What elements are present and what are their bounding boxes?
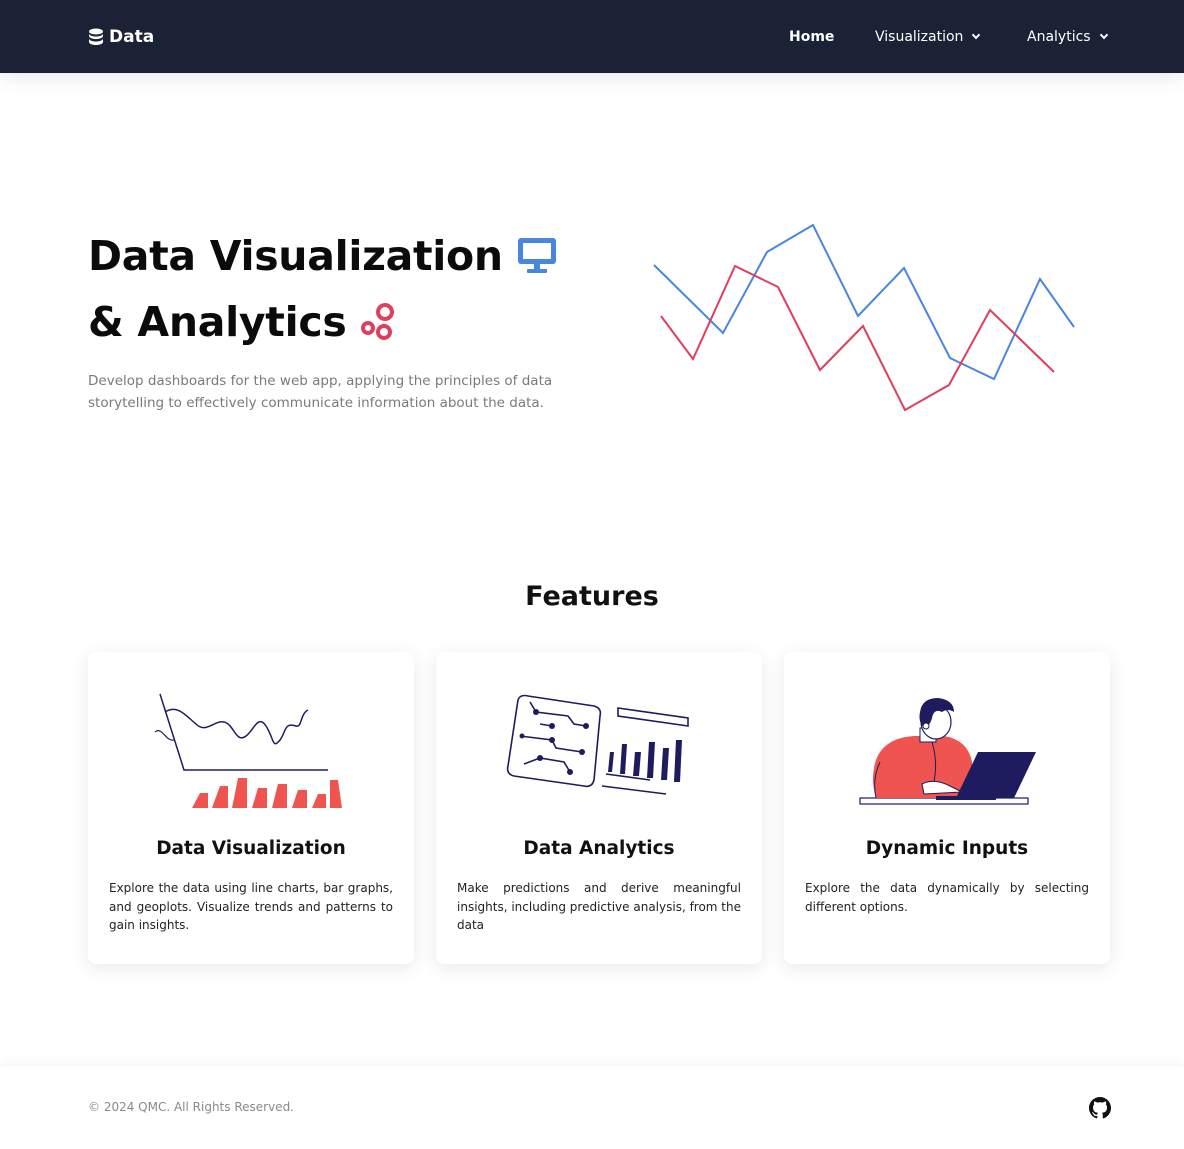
card-text: Make predictions and derive meaningful i… [457,881,742,932]
nav-home-label: Home [789,29,835,45]
nav-analytics-label: Analytics [1027,29,1091,45]
card-text: Explore the data using line charts, bar … [109,881,393,932]
nav-visualization-label: Visualization [875,29,964,45]
database-icon [88,28,104,45]
card-title: Data Visualization [156,838,346,859]
feature-card-data-analytics: Data Analytics Make predictions and deri… [436,652,762,964]
chevron-down-icon [1099,30,1108,40]
feature-card-dynamic-inputs: Dynamic Inputs Explore the data dynamica… [784,652,1110,964]
feature-card-data-visualization: Data Visualization Explore the data usin… [88,652,414,964]
monitor-icon [517,238,556,273]
circuit-board-and-bars-illustration [506,694,689,795]
github-icon [1089,1097,1111,1119]
line-and-bar-chart-illustration [154,693,342,808]
person-with-laptop-illustration [859,698,1036,805]
hero-description: Develop dashboards for the web app, appl… [88,373,553,411]
card-text: Explore the data dynamically by selectin… [805,881,1089,914]
connected-circles-icon [361,303,395,340]
hero-title-line2: & Analytics [88,295,396,349]
nav-home[interactable]: Home [789,26,834,48]
hero-line-chart-illustration [653,223,1075,412]
red-line [660,264,1055,412]
card-title: Dynamic Inputs [865,838,1029,859]
hero-title-line1: Data Visualization [88,229,557,283]
brand-label: Data [109,27,155,47]
navbar: Data Home Visualization Analytics [0,0,1184,73]
hero-title-line2-text: & Analytics [88,298,347,346]
card-title: Data Analytics [523,838,675,859]
chevron-down-icon [972,30,981,40]
brand-link[interactable]: Data [88,24,154,50]
nav-analytics-dropdown[interactable]: Analytics [1027,26,1108,48]
github-link[interactable] [1089,1097,1111,1119]
features-heading: Features [525,581,659,612]
nav-visualization-dropdown[interactable]: Visualization [875,26,981,48]
blue-line [653,223,1075,381]
footer: © 2024 QMC. All Rights Reserved. [0,1066,1184,1149]
copyright-text: © 2024 QMC. All Rights Reserved. [88,1100,294,1114]
hero-title-line1-text: Data Visualization [88,232,503,280]
